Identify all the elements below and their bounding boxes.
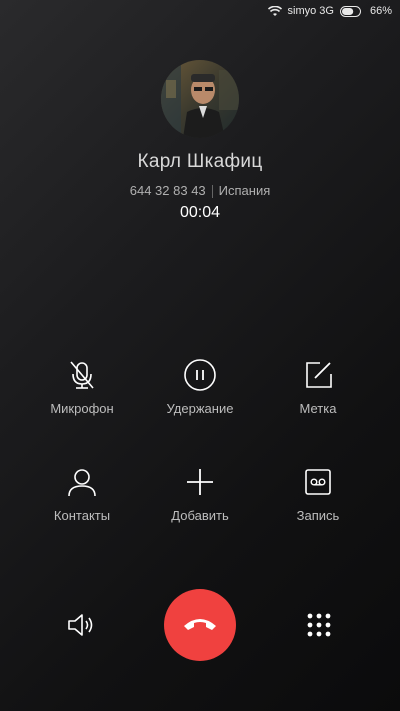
pause-icon — [183, 358, 217, 392]
contact-location: Испания — [218, 183, 271, 198]
battery-percent: 66% — [369, 5, 392, 17]
mute-button[interactable]: Микрофон — [22, 358, 142, 416]
speaker-icon — [66, 614, 96, 643]
mute-label: Микрофон — [50, 401, 114, 416]
contacts-button[interactable]: Контакты — [22, 465, 142, 523]
mic-off-icon — [65, 358, 99, 392]
contact-name: Карл Шкафиц — [137, 151, 263, 172]
wifi-icon — [267, 5, 282, 17]
battery-icon — [339, 5, 364, 17]
note-button[interactable]: Метка — [258, 358, 378, 416]
avatar — [161, 60, 239, 138]
divider — [211, 185, 213, 199]
dialpad-button[interactable] — [307, 613, 331, 642]
dialpad-icon — [307, 613, 331, 641]
add-call-button[interactable]: Добавить — [140, 465, 260, 523]
contact-meta: 644 32 83 43 Испания — [0, 183, 400, 199]
end-call-button[interactable] — [164, 589, 236, 661]
carrier-label: simyo 3G — [287, 5, 334, 17]
hold-label: Удержание — [166, 401, 234, 416]
speaker-button[interactable] — [66, 611, 96, 644]
edit-note-icon — [301, 358, 335, 392]
add-call-label: Добавить — [171, 508, 229, 523]
hold-button[interactable]: Удержание — [140, 358, 260, 416]
note-label: Метка — [299, 401, 337, 416]
person-icon — [65, 465, 99, 499]
record-button[interactable]: Запись — [258, 465, 378, 523]
contacts-label: Контакты — [53, 508, 111, 523]
phone-number: 644 32 83 43 — [129, 183, 206, 198]
status-bar: simyo 3G 66% — [0, 0, 400, 22]
call-timer: 00:04 — [179, 204, 221, 221]
end-call-icon — [182, 614, 218, 637]
record-icon — [301, 465, 335, 499]
record-label: Запись — [296, 508, 340, 523]
plus-icon — [183, 465, 217, 499]
